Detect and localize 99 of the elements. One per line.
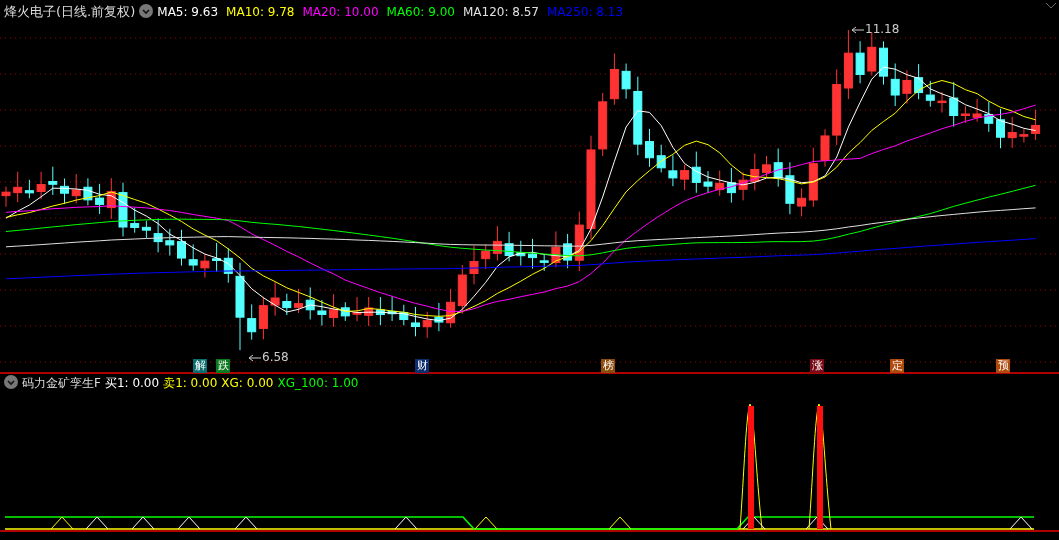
indicator-readout: XG_100: 1.00 — [277, 376, 359, 390]
candlestick — [177, 229, 186, 267]
candlestick — [703, 170, 713, 194]
indicator-readout: XG: 0.00 — [221, 376, 274, 390]
candlestick — [375, 296, 385, 326]
candlestick — [937, 91, 947, 113]
candlestick — [270, 281, 280, 317]
chevron-down-icon[interactable] — [1045, 2, 1057, 10]
event-marker[interactable]: 定 — [890, 359, 904, 373]
candlestick — [200, 253, 210, 278]
event-marker[interactable]: 解 — [193, 359, 207, 373]
candlestick — [715, 170, 725, 197]
price-low-label: 6.58 — [262, 350, 289, 364]
candlestick — [60, 178, 69, 205]
event-marker[interactable]: 财 — [415, 359, 429, 373]
candlestick — [71, 173, 81, 204]
candlestick — [539, 253, 549, 272]
candlestick — [294, 288, 303, 314]
candlestick — [726, 167, 736, 204]
candlestick — [867, 31, 877, 76]
indicator-name: 码力金矿孪生F — [22, 376, 101, 390]
candlestick — [516, 240, 526, 267]
event-marker[interactable]: 跌 — [216, 359, 230, 373]
indicator-readout: 买1: 0.00 — [104, 376, 160, 390]
candlestick — [352, 296, 362, 322]
candlestick — [773, 148, 783, 188]
candlestick — [820, 128, 830, 168]
event-marker[interactable]: 预 — [996, 359, 1010, 373]
candlestick — [645, 128, 654, 168]
candlestick — [165, 228, 175, 257]
candlestick — [762, 155, 771, 178]
candlestick — [504, 231, 514, 262]
candlestick — [972, 98, 982, 123]
ma-readout: MA250: 8.13 — [547, 5, 624, 19]
candlestick — [879, 41, 888, 86]
candlestick — [446, 288, 456, 329]
candlestick — [738, 171, 748, 201]
candlestick — [551, 230, 561, 268]
candlestick — [95, 183, 105, 215]
candlestick — [469, 245, 479, 285]
event-marker[interactable]: 涨 — [810, 359, 824, 373]
candlestick — [399, 304, 409, 326]
ma-readout: MA5: 9.63 — [157, 5, 219, 19]
candlestick — [212, 242, 222, 273]
candlestick — [902, 70, 912, 105]
candlestick — [188, 243, 198, 272]
arrow-icon — [248, 353, 262, 362]
candlestick — [106, 177, 116, 220]
event-marker[interactable]: 榜 — [601, 359, 615, 373]
candlestick — [598, 92, 608, 157]
candlestick — [305, 286, 315, 320]
candlestick — [130, 207, 140, 234]
candlestick — [785, 161, 795, 215]
candlestick — [247, 303, 257, 341]
candlestick — [492, 225, 502, 262]
candlestick — [282, 293, 292, 316]
ma-readout: MA20: 10.00 — [302, 5, 379, 19]
candlestick — [411, 306, 420, 337]
candlestick — [223, 247, 233, 284]
arrow-icon — [851, 25, 865, 34]
candlestick — [457, 264, 467, 315]
candlestick — [621, 63, 631, 100]
candlestick — [890, 63, 900, 107]
candlestick — [750, 152, 760, 191]
candlestick — [1031, 109, 1041, 141]
candlestick — [925, 80, 935, 108]
ma-readout: MA10: 9.78 — [226, 5, 295, 19]
candlestick — [668, 154, 678, 187]
candlestick — [481, 243, 491, 270]
candlestick — [141, 220, 151, 239]
candlestick — [364, 296, 374, 327]
indicator-readout: 卖1: 0.00 — [163, 376, 218, 390]
candlestick — [984, 101, 994, 133]
candlestick — [656, 144, 666, 173]
candlestick — [914, 63, 924, 100]
candlestick — [48, 166, 58, 196]
candlestick — [843, 29, 853, 100]
candlestick — [1, 186, 11, 208]
candlestick — [36, 171, 46, 200]
candlestick — [1007, 116, 1017, 149]
candlestick — [317, 299, 327, 327]
candlestick — [1019, 128, 1029, 143]
candlestick — [118, 182, 128, 237]
ma-readout: MA120: 8.57 — [462, 5, 539, 19]
candlestick — [996, 108, 1005, 149]
candlestick — [528, 238, 537, 270]
candlestick — [434, 302, 444, 332]
dropdown-icon[interactable] — [4, 375, 18, 389]
candlestick — [855, 40, 865, 84]
candlestick — [609, 52, 619, 106]
candlestick — [258, 296, 268, 340]
stock-title: 烽火电子(日线.前复权) — [4, 4, 136, 19]
candlestick — [387, 296, 397, 322]
ma-readout: MA60: 9.00 — [386, 5, 455, 19]
candlestick — [83, 177, 93, 206]
dropdown-icon[interactable] — [139, 4, 154, 18]
candlestick — [422, 311, 432, 339]
candlestick — [153, 217, 163, 253]
price-high-label: 11.18 — [865, 22, 900, 36]
